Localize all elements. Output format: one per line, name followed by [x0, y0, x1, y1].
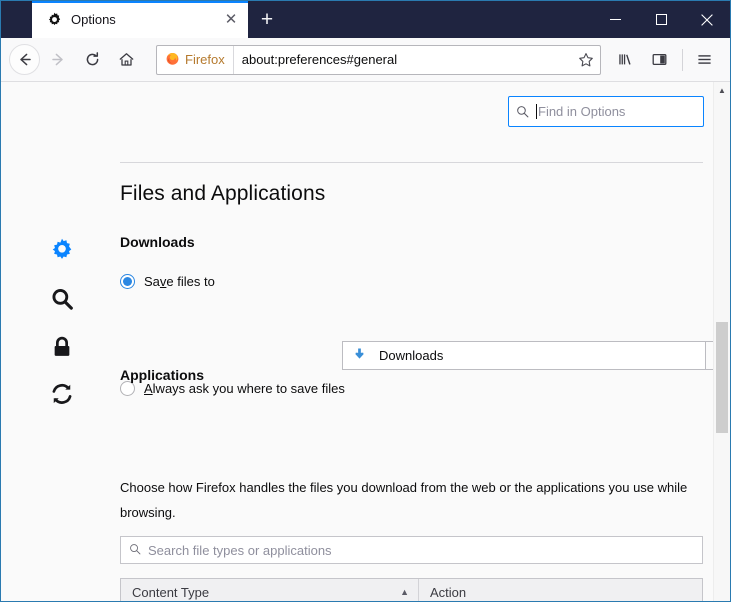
downloads-heading: Downloads: [120, 234, 195, 250]
preferences-sidebar: ?: [1, 82, 101, 601]
url-input[interactable]: about:preferences#general: [234, 52, 572, 67]
scrollbar-thumb[interactable]: [716, 322, 728, 433]
sort-ascending-icon: ▲: [400, 587, 409, 597]
window-controls: [592, 1, 730, 38]
content-scrollbar[interactable]: ▲: [713, 82, 730, 601]
library-icon[interactable]: [609, 44, 641, 76]
tab-options[interactable]: Options ✕: [32, 1, 248, 38]
back-arrow-icon[interactable]: [9, 44, 40, 75]
close-button[interactable]: [684, 1, 730, 38]
preferences-body: ? Find in Options Fil: [1, 82, 730, 601]
sidebar-item-search[interactable]: [45, 282, 79, 316]
column-header-content-type[interactable]: Content Type ▲: [121, 579, 419, 601]
maximize-button[interactable]: [638, 1, 684, 38]
gear-icon: [52, 238, 72, 259]
sidebar-item-general[interactable]: [45, 233, 79, 267]
new-tab-button[interactable]: +: [248, 1, 286, 38]
preferences-content: Find in Options Files and Applications D…: [101, 82, 730, 601]
table-header: Content Type ▲ Action: [121, 579, 702, 601]
column-header-content-type-label: Content Type: [132, 585, 210, 600]
search-icon: [129, 543, 141, 558]
reload-icon[interactable]: [76, 44, 108, 76]
page-title: Files and Applications: [120, 182, 326, 205]
search-input[interactable]: Find in Options: [508, 96, 704, 127]
sidebar-item-sync[interactable]: [45, 377, 79, 411]
always-ask-radio[interactable]: [120, 381, 135, 396]
applications-description: Choose how Firefox handles the files you…: [120, 480, 688, 520]
star-icon[interactable]: [572, 46, 600, 74]
find-in-options: Find in Options: [508, 96, 704, 127]
gear-icon: [46, 12, 62, 28]
forward-arrow-icon[interactable]: [42, 44, 74, 76]
always-ask-label: Always ask you where to save files: [144, 381, 345, 396]
save-files-to-row[interactable]: Save files to: [120, 268, 703, 294]
download-folder-value: Downloads: [379, 348, 444, 363]
search-placeholder: Find in Options: [538, 104, 626, 119]
search-icon: [516, 105, 529, 118]
minimize-button[interactable]: [592, 1, 638, 38]
scroll-up-button[interactable]: ▲: [714, 82, 730, 98]
magnifier-icon: [52, 289, 73, 310]
sidebar-item-privacy-security[interactable]: [45, 330, 79, 364]
identity-box[interactable]: Firefox: [157, 45, 234, 74]
home-icon[interactable]: [110, 44, 142, 76]
column-header-action[interactable]: Action: [419, 579, 466, 601]
applications-search-input[interactable]: Search file types or applications: [120, 536, 703, 564]
header-divider: [120, 162, 703, 163]
toolbar-separator: [682, 48, 683, 71]
sidebar-toggle-icon[interactable]: [643, 44, 675, 76]
download-arrow-icon: [352, 347, 367, 365]
tab-strip: Options ✕ +: [1, 1, 592, 38]
lock-icon: [54, 336, 70, 356]
always-ask-row[interactable]: Always ask you where to save files: [120, 381, 345, 396]
firefox-logo-icon: [165, 51, 180, 69]
identity-label: Firefox: [185, 52, 225, 67]
applications-heading: Applications: [120, 367, 205, 383]
firefox-window: Options ✕ + Firefox about:preferences#ge…: [0, 0, 731, 602]
tab-strip-spacer: [1, 1, 32, 38]
url-bar[interactable]: Firefox about:preferences#general: [156, 44, 601, 75]
tab-bar: Options ✕ +: [1, 1, 730, 38]
download-folder-field[interactable]: Downloads: [342, 341, 706, 370]
column-header-action-label: Action: [430, 585, 467, 600]
applications-table: Content Type ▲ Action: [120, 578, 703, 601]
navigation-toolbar: Firefox about:preferences#general: [1, 38, 730, 82]
save-files-to-label: Save files to: [144, 273, 215, 289]
hamburger-menu-icon[interactable]: [688, 44, 720, 76]
text-caret: [536, 104, 537, 119]
applications-search-placeholder: Search file types or applications: [148, 542, 332, 558]
close-icon[interactable]: ✕: [220, 9, 242, 31]
save-files-to-radio[interactable]: [120, 273, 135, 289]
sync-icon: [52, 383, 72, 404]
tab-title: Options: [71, 12, 116, 27]
